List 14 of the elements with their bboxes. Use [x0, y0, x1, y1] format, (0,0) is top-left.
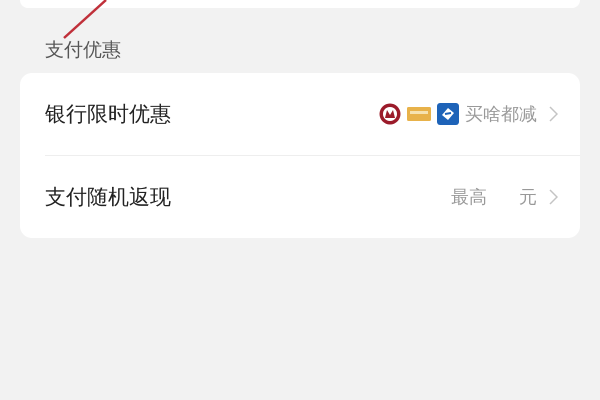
list-item[interactable]: 支付随机返现 最高 元	[20, 156, 580, 238]
row-value: 最高	[451, 186, 487, 209]
row-label: 银行限时优惠	[45, 101, 171, 128]
list-item[interactable]: 银行限时优惠 买啥都减	[20, 73, 580, 155]
row-label: 支付随机返现	[45, 184, 171, 211]
row-value: 元	[519, 186, 537, 209]
row-value: 买啥都减	[465, 103, 537, 126]
chevron-icon	[549, 189, 558, 205]
annotation-line	[62, 0, 108, 40]
section-title: 支付优惠	[45, 38, 122, 63]
chevron-icon	[549, 106, 558, 122]
bank-logo-icon	[379, 103, 401, 125]
card-icon	[407, 107, 431, 121]
app-icon	[437, 103, 459, 125]
